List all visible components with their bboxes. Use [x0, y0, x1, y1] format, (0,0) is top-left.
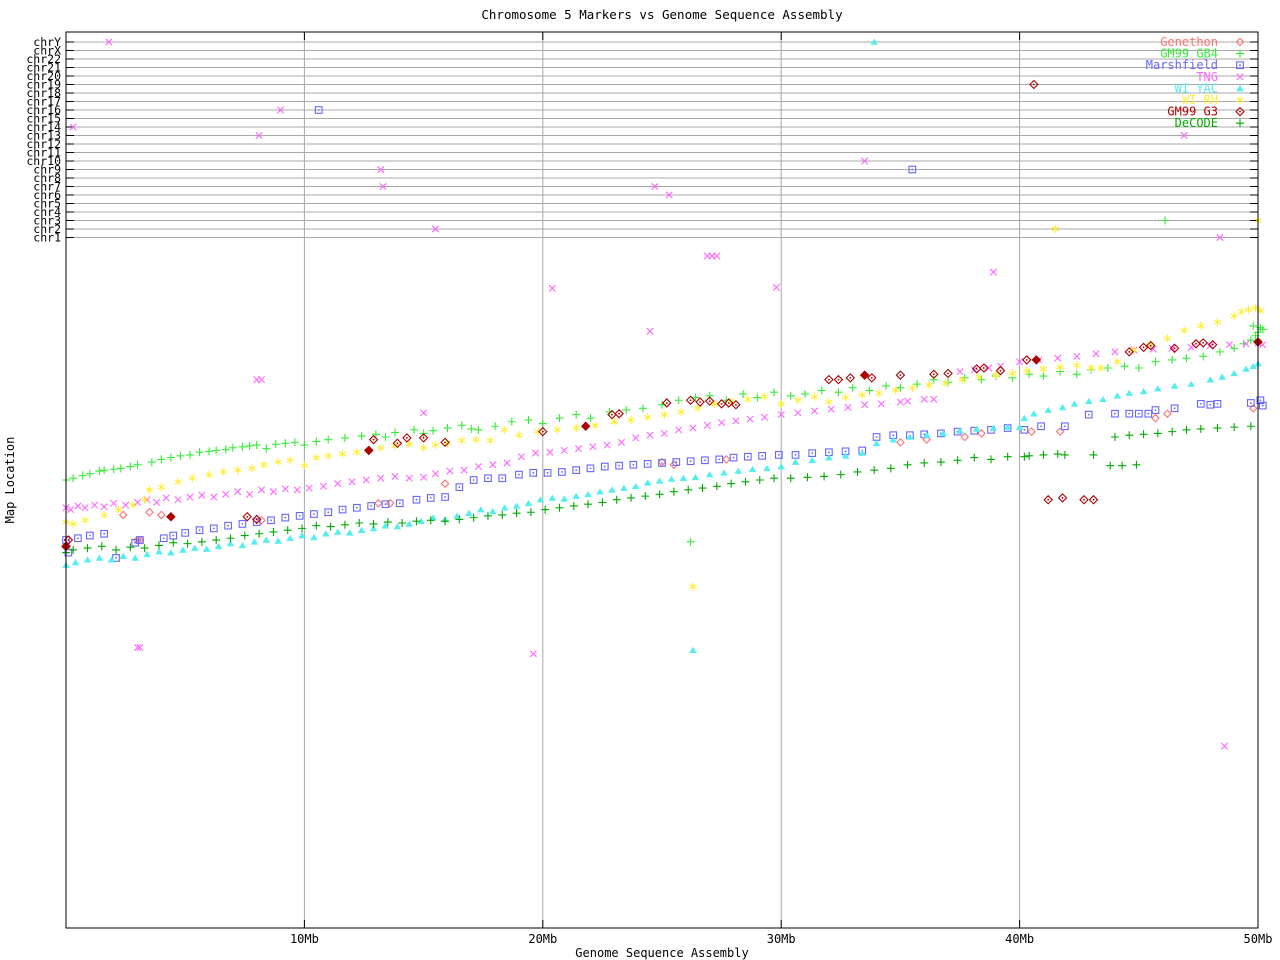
series-tng	[62, 252, 1267, 750]
x-tick-label: 10Mb	[290, 932, 319, 946]
plot-border	[65, 31, 1259, 929]
x-tick-label: 40Mb	[1005, 932, 1034, 946]
chart-title: Chromosome 5 Markers vs Genome Sequence …	[481, 7, 843, 22]
legend-marker-cross	[1236, 73, 1244, 81]
x-tick-label: 20Mb	[528, 932, 557, 946]
chart-page: { "title": "Chromosome 5 Markers vs Geno…	[0, 0, 1280, 960]
legend-marker-asterisk	[1236, 96, 1244, 104]
data-points	[61, 38, 1267, 750]
series-decode	[62, 422, 1255, 557]
x-tick-label: 30Mb	[767, 932, 796, 946]
legend-marker-diamond-dot	[1235, 106, 1245, 117]
chromosome-rows: chrYchrXchr22chr21chr20chr19chr18chr17ch…	[26, 35, 1258, 245]
legend-marker-plus	[1236, 119, 1244, 128]
x-tick-label: 50Mb	[1244, 932, 1273, 946]
y-axis-label: Map Location	[3, 437, 17, 524]
other-chromosome-hits	[69, 38, 1262, 242]
legend: GenethonGM99 GB4MarshfieldTNGWI YACWI RH…	[1146, 35, 1245, 130]
chromosome-row-label: chr1	[33, 231, 61, 245]
x-axis-label: Genome Sequence Assembly	[575, 946, 748, 960]
scatter-plot: Chromosome 5 Markers vs Genome Sequence …	[3, 7, 1273, 960]
legend-label: DeCODE	[1175, 116, 1218, 130]
series-marshfield	[62, 396, 1267, 562]
plot-frame	[65, 31, 1259, 929]
legend-marker-triangle-filled	[1236, 85, 1244, 92]
